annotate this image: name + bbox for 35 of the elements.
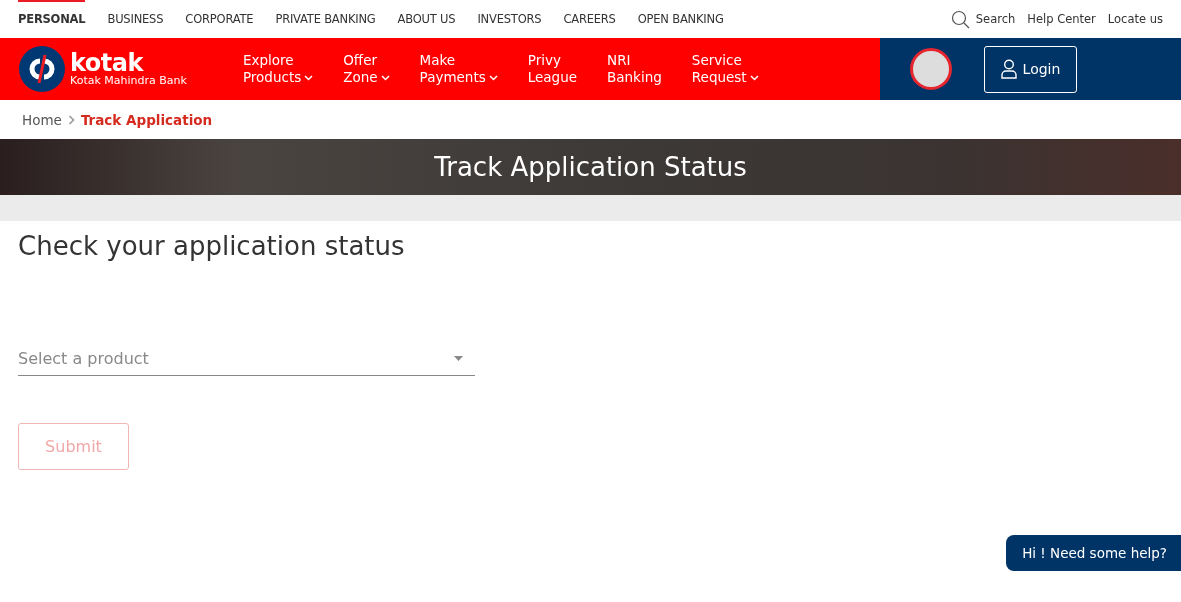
top-nav-tab[interactable]: CAREERS <box>563 0 616 38</box>
top-nav-tab[interactable]: INVESTORS <box>477 0 542 38</box>
chevron-down-icon <box>749 74 759 81</box>
top-nav-tab[interactable]: OPEN BANKING <box>637 0 724 38</box>
user-icon <box>1000 59 1017 79</box>
top-nav-tab[interactable]: CORPORATE <box>185 0 254 38</box>
chevron-right-icon <box>67 114 75 125</box>
form-heading: Check your application status <box>18 231 406 261</box>
main-nav-item[interactable]: NRI Banking <box>607 52 662 86</box>
main-nav-item[interactable]: Explore Products <box>242 52 314 86</box>
breadcrumb-link[interactable]: Home <box>22 111 62 128</box>
chat-button[interactable]: Hi ! Need some help? <box>1006 535 1181 571</box>
product-select[interactable]: Select a product <box>18 341 475 376</box>
logo-icon[interactable] <box>18 45 66 93</box>
search-link[interactable]: Search <box>975 12 1016 26</box>
chevron-down-icon <box>304 74 314 81</box>
banner-title: Track Application Status <box>434 152 747 182</box>
caret-icon <box>454 355 463 361</box>
top-nav-tab[interactable]: PRIVATE BANKING <box>275 0 376 38</box>
top-nav-tab[interactable]: ABOUT US <box>397 0 456 38</box>
top-nav-tab[interactable]: BUSINESS <box>107 0 164 38</box>
search-icon[interactable] <box>950 9 970 29</box>
main-nav-item[interactable]: Service Request <box>691 52 759 86</box>
breadcrumb-current[interactable]: Track Application <box>80 111 213 128</box>
avatar[interactable] <box>910 48 952 90</box>
main-nav-item[interactable]: Make Payments <box>419 52 498 86</box>
utility-link[interactable]: Help Center <box>1027 12 1096 26</box>
logo-tagline: Kotak Mahindra Bank <box>70 73 187 87</box>
main-nav-item[interactable]: Offer Zone <box>343 52 390 86</box>
chevron-down-icon <box>488 74 498 81</box>
login-button[interactable]: Login <box>984 45 1077 93</box>
utility-link[interactable]: Locate us <box>1107 12 1163 26</box>
logo-name[interactable]: kotak <box>70 51 187 74</box>
chevron-down-icon <box>380 74 390 81</box>
main-nav-item[interactable]: Privy League <box>527 52 578 86</box>
